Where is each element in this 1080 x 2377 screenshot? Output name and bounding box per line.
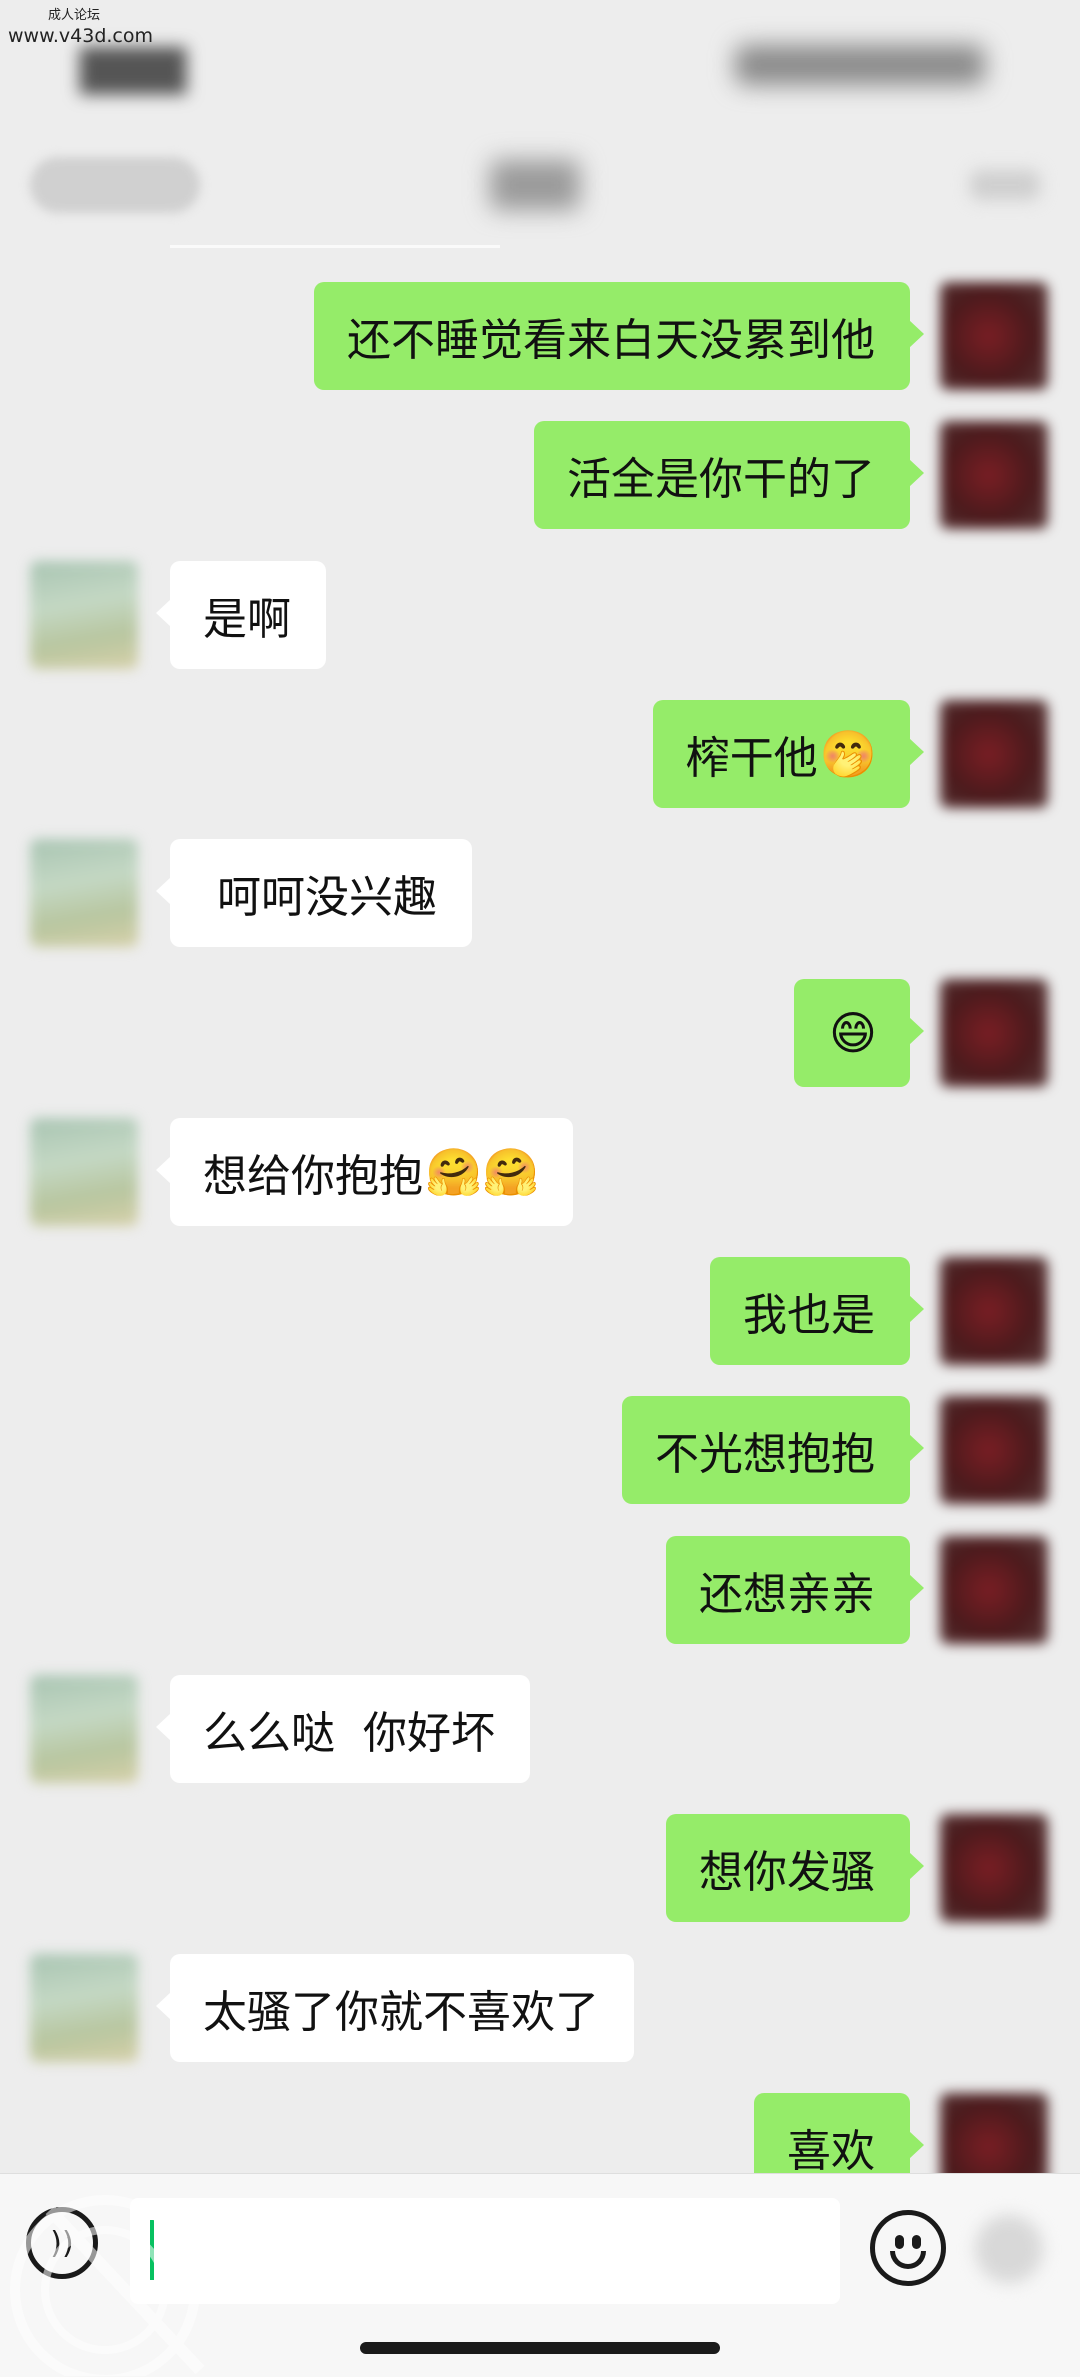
incoming-message-bubble[interactable]: 呵呵没兴趣 [156, 839, 472, 947]
message-text: 想给你抱抱 [203, 1151, 423, 1202]
status-bar: ▇▇▇ [0, 0, 1080, 140]
emoji-sticker: 😄 [829, 1006, 877, 1060]
message-text: 还想亲亲 [699, 1569, 875, 1620]
my-avatar[interactable] [940, 1396, 1048, 1504]
message-row: 想你发骚 [0, 1814, 1080, 1922]
plus-icon[interactable] [975, 2215, 1043, 2283]
more-options-button[interactable] [970, 170, 1040, 200]
message-text: 是啊 [203, 594, 291, 645]
message-row: 榨干他 🤭 [0, 700, 1080, 808]
watermark-url: www.v43d.com [8, 25, 154, 47]
nav-divider [170, 245, 500, 248]
emoji-icon[interactable] [870, 2210, 946, 2286]
outgoing-message-bubble[interactable]: 还想亲亲 [666, 1536, 924, 1644]
outgoing-message-bubble[interactable]: 不光想抱抱 [622, 1396, 924, 1504]
outgoing-message-bubble[interactable]: 还不睡觉看来白天没累到他 [314, 282, 924, 390]
outgoing-message-bubble[interactable]: 榨干他 🤭 [652, 700, 925, 808]
watermark-title: 成人论坛 [48, 8, 101, 23]
contact-avatar[interactable] [30, 839, 138, 947]
my-avatar[interactable] [940, 282, 1048, 390]
incoming-message-bubble[interactable]: 么么哒 你好坏 [156, 1675, 530, 1783]
message-text: 呵呵没兴趣 [203, 872, 437, 923]
back-button[interactable] [30, 157, 200, 213]
my-avatar[interactable] [940, 421, 1048, 529]
outgoing-message-bubble[interactable]: 想你发骚 [666, 1814, 924, 1922]
message-row: 还想亲亲 [0, 1536, 1080, 1644]
message-row: 想给你抱抱 🤗🤗 [0, 1118, 1080, 1226]
watermark-stamp-logo [10, 2195, 205, 2376]
message-row: 活全是你干的了 [0, 421, 1080, 529]
emoji-sticker: 🤗🤗 [425, 1144, 540, 1199]
outgoing-message-bubble[interactable]: 活全是你干的了 [534, 421, 924, 529]
message-list[interactable]: 还不睡觉看来白天没累到他活全是你干的了是啊榨干他 🤭 呵呵没兴趣 😄 想给你抱抱 🤗🤗 我… [0, 250, 1080, 2173]
my-avatar[interactable] [940, 700, 1048, 808]
outgoing-message-bubble[interactable]: 我也是 [710, 1257, 924, 1365]
message-text: 太骚了你就不喜欢了 [203, 1987, 599, 2038]
status-time-blurred: ▇▇▇ [80, 40, 187, 94]
message-text: 榨干他 [685, 733, 818, 784]
contact-avatar[interactable] [30, 561, 138, 669]
outgoing-message-bubble[interactable]: 喜欢 [754, 2093, 924, 2173]
watermark: 成人论坛 www.v43d.com [8, 4, 153, 47]
outgoing-message-bubble[interactable]: 😄 [794, 979, 924, 1087]
my-avatar[interactable] [940, 1536, 1048, 1644]
emoji-sticker: 🤭 [819, 726, 877, 781]
message-row: 不光想抱抱 [0, 1396, 1080, 1504]
incoming-message-bubble[interactable]: 想给你抱抱 🤗🤗 [156, 1118, 573, 1226]
message-row: 还不睡觉看来白天没累到他 [0, 282, 1080, 390]
message-text: 活全是你干的了 [567, 454, 875, 505]
incoming-message-bubble[interactable]: 太骚了你就不喜欢了 [156, 1954, 634, 2062]
message-text: 喜欢 [787, 2126, 875, 2173]
contact-avatar[interactable] [30, 1954, 138, 2062]
message-row: 么么哒 你好坏 [0, 1675, 1080, 1783]
message-text: 么么哒 你好坏 [203, 1708, 495, 1759]
message-row: 太骚了你就不喜欢了 [0, 1954, 1080, 2062]
my-avatar[interactable] [940, 2093, 1048, 2173]
message-row: 是啊 [0, 561, 1080, 669]
message-row: 我也是 [0, 1257, 1080, 1365]
message-text: 我也是 [743, 1290, 875, 1341]
message-text: 还不睡觉看来白天没累到他 [347, 315, 875, 366]
incoming-message-bubble[interactable]: 是啊 [156, 561, 326, 669]
home-indicator[interactable] [360, 2342, 720, 2354]
message-row: 呵呵没兴趣 [0, 839, 1080, 947]
message-row: 😄 [0, 979, 1080, 1087]
contact-avatar[interactable] [30, 1675, 138, 1783]
contact-avatar[interactable] [30, 1118, 138, 1226]
my-avatar[interactable] [940, 1257, 1048, 1365]
message-input[interactable] [130, 2198, 840, 2304]
message-text: 不光想抱抱 [655, 1429, 875, 1480]
message-text: 想你发骚 [699, 1847, 875, 1898]
my-avatar[interactable] [940, 1814, 1048, 1922]
my-avatar[interactable] [940, 979, 1048, 1087]
status-icons-blurred [735, 45, 985, 85]
chat-title-blurred [490, 160, 580, 210]
